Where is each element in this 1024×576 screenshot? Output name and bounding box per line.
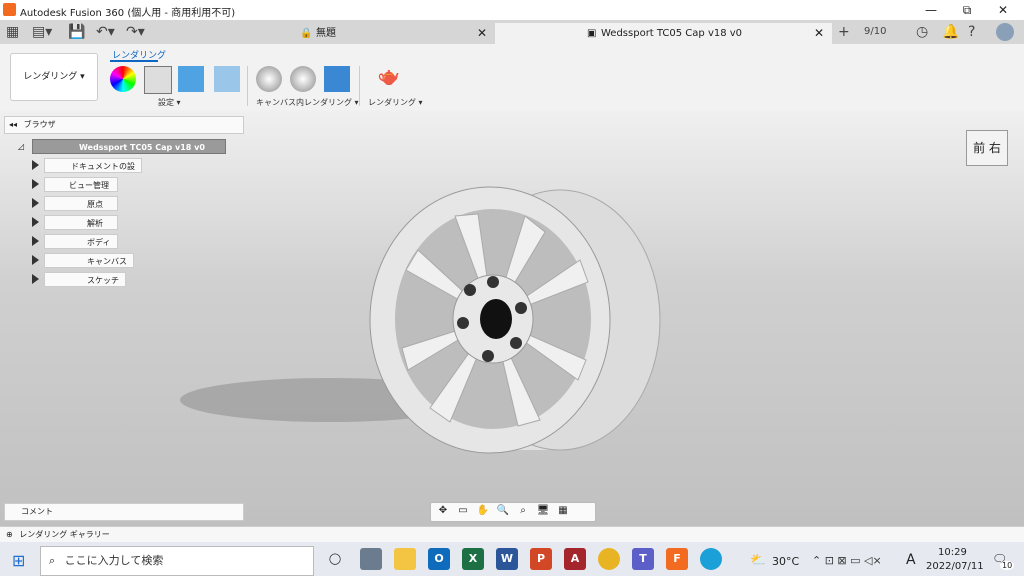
clock-date[interactable]: 2022/07/11 [926, 561, 984, 572]
expand-icon[interactable]: ⊕ [6, 530, 13, 539]
look-at-icon[interactable]: ▭ [455, 503, 471, 519]
excel-icon[interactable]: X [462, 548, 484, 570]
browser-item-sketches[interactable]: スケッチ [32, 272, 128, 287]
tray-icons[interactable]: ⌃ ⊡ ⊠ ▭ ◁× [812, 554, 882, 567]
navigation-toolbar: ✥ ▭ ✋ 🔍 ⌕ 🖥 ▦ [430, 502, 596, 522]
browser-item-origin[interactable]: 原点 [32, 196, 120, 211]
taskbar-search[interactable]: ⌕ ここに入力して検索 [40, 546, 314, 576]
chrome-icon[interactable] [598, 548, 620, 570]
settings-group-label[interactable]: 設定 ▾ [158, 97, 181, 108]
outlook-icon[interactable]: O [428, 548, 450, 570]
task-view-icon[interactable]: ◯ [324, 548, 346, 570]
fit-icon[interactable]: ⌕ [515, 503, 531, 519]
viewcube[interactable]: 前 右 [966, 130, 1008, 166]
avatar[interactable] [996, 23, 1014, 41]
root-component-label: Wedssport TC05 Cap v18 v0 [32, 139, 226, 154]
browser-panel-header[interactable]: ◂◂ ブラウザ [4, 116, 244, 134]
physical-material-icon[interactable] [144, 66, 172, 94]
search-icon: ⌕ [49, 554, 56, 567]
tab-label: Wedssport TC05 Cap v18 v0 [601, 28, 743, 39]
tab-close-icon[interactable]: ✕ [477, 23, 487, 44]
save-icon[interactable]: 💾 [68, 24, 85, 40]
orbit-icon[interactable]: ✥ [435, 503, 451, 519]
tab-wedssport[interactable]: ▣ Wedssport TC05 Cap v18 v0 ✕ [495, 23, 832, 44]
edge-icon[interactable] [700, 548, 722, 570]
clock-time[interactable]: 10:29 [938, 547, 967, 558]
word-icon[interactable]: W [496, 548, 518, 570]
browser-root-row[interactable]: ◿ Wedssport TC05 Cap v18 v0 [18, 139, 228, 154]
collapse-arrow-icon[interactable]: ◿ [18, 139, 24, 154]
comments-label: コメント [21, 507, 53, 516]
teapot-render-icon[interactable]: 🫖 [376, 66, 402, 92]
document-tabbar: ▦ ▤▾ 💾 ↶▾ ↷▾ 🔒 無題 ✕ ▣ Wedssport TC05 Cap… [0, 20, 1024, 44]
grid-settings-icon[interactable]: ▦ [555, 503, 571, 519]
search-placeholder: ここに入力して検索 [64, 554, 164, 567]
appearance-icon[interactable] [110, 66, 136, 92]
scene-settings-icon[interactable] [178, 66, 204, 92]
notification-bell-icon[interactable]: 🔔 [942, 24, 959, 40]
file-icon[interactable]: ▤▾ [32, 24, 52, 40]
canvas-viewport[interactable] [0, 110, 1024, 542]
jobs-status[interactable]: 9/10 [864, 24, 886, 40]
browser-item-bodies[interactable]: ボディ [32, 234, 120, 249]
new-tab-button[interactable]: + [838, 24, 850, 40]
component-icon: ▣ [587, 28, 597, 39]
render-group-label[interactable]: レンダリング ▾ [368, 97, 423, 108]
center-bore [480, 299, 512, 339]
wheel-model[interactable] [0, 110, 1024, 542]
fusion-logo-icon [3, 3, 16, 16]
lock-icon: 🔒 [300, 28, 313, 39]
weather-temp[interactable]: 30°C [772, 555, 799, 568]
comments-panel[interactable]: コメント [4, 503, 244, 521]
title-bar: Autodesk Fusion 360 (個人用 - 商用利用不可) — ⧉ ✕ [0, 0, 1024, 20]
photos-app-icon[interactable] [360, 548, 382, 570]
weather-icon[interactable]: ⛅ [750, 553, 766, 568]
texture-map-icon[interactable] [214, 66, 240, 92]
redo-icon[interactable]: ↷▾ [126, 24, 145, 40]
collapse-icon[interactable]: ◂◂ [9, 120, 17, 129]
minimize-button[interactable]: — [916, 2, 946, 18]
browser-item-view-manager[interactable]: ビュー管理 [32, 177, 120, 192]
browser-title: ブラウザ [23, 120, 56, 129]
tab-untitled[interactable]: 🔒 無題 ✕ [160, 23, 495, 44]
powerpoint-icon[interactable]: P [530, 548, 552, 570]
browser-item-canvases[interactable]: キャンバス [32, 253, 136, 268]
ribbon-toolbar: レンダリング ▾ レンダリング 設定 ▾ キャンバス内レンダリング ▾ 🫖 レン… [0, 44, 1024, 111]
app-grid-icon[interactable]: ▦ [6, 24, 19, 40]
tab-close-icon[interactable]: ✕ [814, 23, 824, 44]
workspace-switcher[interactable]: レンダリング ▾ [10, 53, 98, 101]
file-explorer-icon[interactable] [394, 548, 416, 570]
ime-indicator[interactable]: A [906, 552, 916, 568]
restore-button[interactable]: ⧉ [952, 2, 982, 18]
active-tab-underline [110, 60, 158, 62]
gallery-label: レンダリング ギャラリー [19, 530, 110, 539]
help-icon[interactable]: ? [968, 24, 975, 40]
divider [247, 66, 248, 106]
tab-label: 無題 [316, 28, 336, 39]
windows-start-icon[interactable]: ⊞ [12, 551, 25, 570]
rendering-gallery-bar[interactable]: ⊕ レンダリング ギャラリー [0, 526, 1024, 543]
fusion360-taskbar-icon[interactable]: F [666, 548, 688, 570]
zoom-icon[interactable]: 🔍 [495, 503, 511, 519]
capture-image-icon[interactable] [324, 66, 350, 92]
access-icon[interactable]: A [564, 548, 586, 570]
in-canvas-render-settings-icon[interactable] [290, 66, 316, 92]
pan-icon[interactable]: ✋ [475, 503, 491, 519]
in-canvas-group-label[interactable]: キャンバス内レンダリング ▾ [256, 97, 359, 108]
divider [359, 66, 360, 106]
close-button[interactable]: ✕ [988, 2, 1018, 18]
teams-icon[interactable]: T [632, 548, 654, 570]
undo-icon[interactable]: ↶▾ [96, 24, 115, 40]
browser-item-document-settings[interactable]: ドキュメントの設定 [32, 158, 144, 186]
display-settings-icon[interactable]: 🖥 [535, 503, 551, 519]
browser-item-analysis[interactable]: 解析 [32, 215, 120, 230]
clock-icon[interactable]: ◷ [916, 24, 928, 40]
window-title: Autodesk Fusion 360 (個人用 - 商用利用不可) [20, 8, 236, 19]
in-canvas-render-icon[interactable] [256, 66, 282, 92]
